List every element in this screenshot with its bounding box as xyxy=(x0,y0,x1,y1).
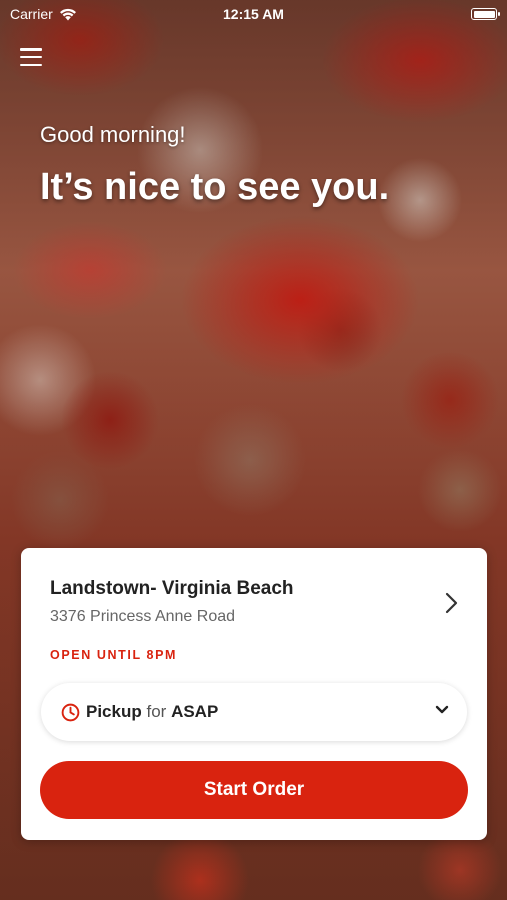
status-time: 12:15 AM xyxy=(223,6,284,22)
hamburger-menu-icon[interactable] xyxy=(20,48,42,66)
battery-icon xyxy=(471,8,500,20)
headline-text: It’s nice to see you. xyxy=(40,166,390,208)
pickup-time: ASAP xyxy=(171,702,219,721)
chevron-right-icon xyxy=(445,592,458,614)
battery-fill xyxy=(473,10,495,18)
menu-line xyxy=(20,63,42,66)
location-selector[interactable]: Landstown- Virginia Beach 3376 Princess … xyxy=(21,548,487,628)
menu-line xyxy=(20,48,42,51)
pickup-text: Pickup for ASAP xyxy=(86,702,218,722)
greeting-text: Good morning! xyxy=(40,122,186,147)
chevron-down-icon xyxy=(435,705,449,714)
status-bar: Carrier 12:15 AM xyxy=(0,0,507,28)
clock-icon xyxy=(61,703,80,721)
location-address: 3376 Princess Anne Road xyxy=(50,608,236,625)
order-card: Landstown- Virginia Beach 3376 Princess … xyxy=(21,548,487,840)
pickup-connector: for xyxy=(146,702,167,721)
location-name: Landstown- Virginia Beach xyxy=(50,578,294,599)
start-order-button[interactable]: Start Order xyxy=(40,761,468,819)
menu-line xyxy=(20,55,42,59)
pickup-time-selector[interactable]: Pickup for ASAP xyxy=(41,683,467,741)
open-status-label: OPEN UNTIL 8PM xyxy=(50,648,178,662)
pickup-mode: Pickup xyxy=(86,702,142,721)
